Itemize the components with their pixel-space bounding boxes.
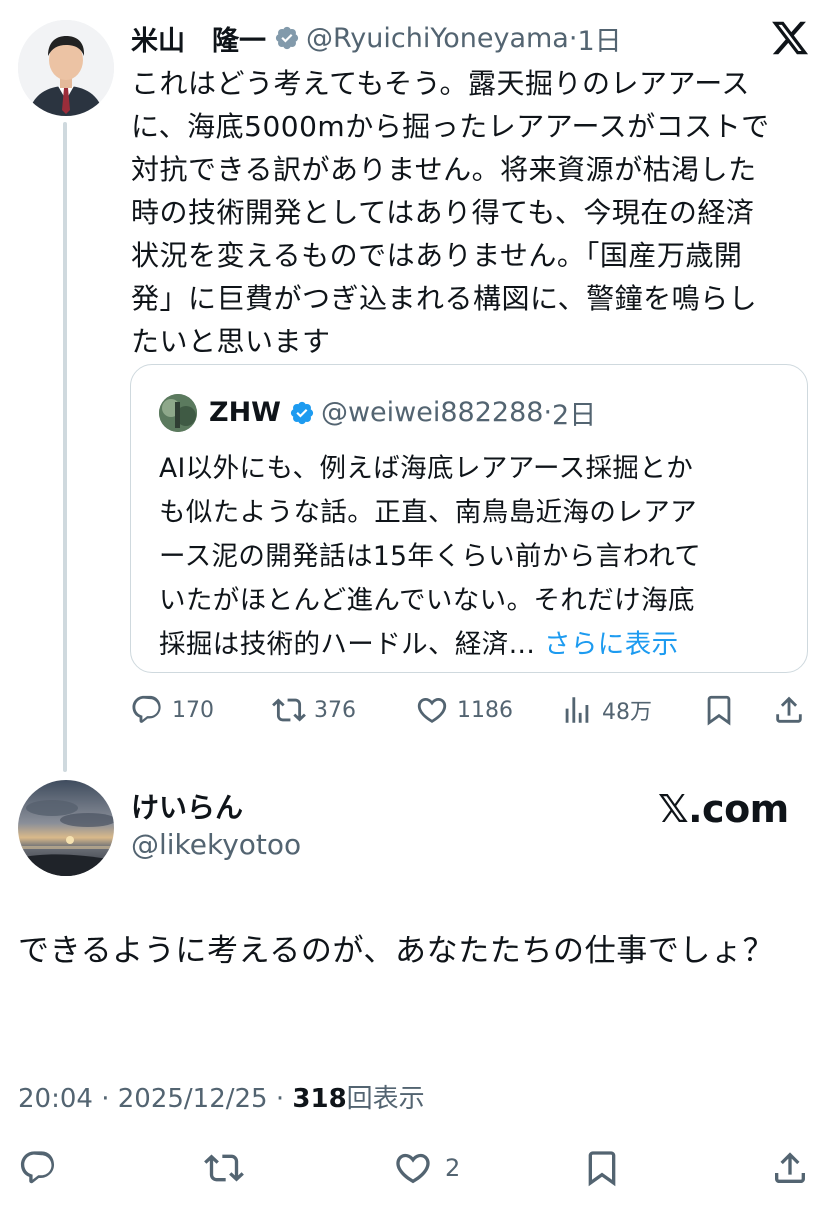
parent-tweet-header: 米山 隆一 @RyuichiYoneyama · 1日 [131,18,622,58]
bookmark-icon [707,695,731,726]
show-more-link[interactable]: さらに表示 [544,629,679,660]
repost-icon [204,1154,244,1182]
quoted-separator: · [543,397,553,428]
verified-badge-icon [290,401,314,424]
verified-badge-icon [275,26,299,50]
quoted-tweet-text: AI以外にも、例えば海底レアアース採掘とか も似たような話。正直、南鳥島近海のレ… [159,447,781,667]
x-logo-icon [772,21,809,55]
meta-separator: · [275,1084,285,1114]
like-button-bottom[interactable]: 2 [393,1148,460,1188]
parent-author-avatar[interactable] [18,20,114,116]
share-icon [776,696,802,723]
quoted-author-avatar [159,393,197,432]
repost-button[interactable]: 376 [272,693,356,727]
views-button[interactable]: 48万 [560,693,652,727]
parent-handle[interactable]: @RyuichiYoneyama [306,23,569,54]
parent-tweet-text: これはどう考えてもそう。露天掘りのレアアース に、海底5000mから掘ったレアア… [131,67,770,358]
bookmark-button-bottom[interactable] [582,1148,622,1188]
reply-display-name[interactable]: けいらん [131,786,243,826]
parent-display-name[interactable]: 米山 隆一 [131,19,266,58]
meta-separator: · [101,1084,110,1114]
reply-icon [132,695,161,723]
header-separator: · [568,22,578,54]
quoted-timestamp: 2日 [552,400,597,431]
repost-button-bottom[interactable] [204,1148,244,1188]
x-com-brand-logo: 𝕏.com [658,787,789,831]
like-count-bottom: 2 [445,1154,461,1182]
reply-button-bottom[interactable] [18,1148,58,1188]
parent-timestamp[interactable]: 1日 [577,19,621,58]
share-icon [775,1152,805,1183]
tweet-view-count: 318 [292,1084,347,1114]
tweet-time[interactable]: 20:04 [18,1084,93,1114]
reply-icon [20,1151,55,1184]
view-count: 48万 [602,700,652,725]
quoted-handle: @weiwei882288 [320,397,544,428]
share-button-bottom[interactable] [770,1148,810,1188]
tweet-view-label: 回表示 [346,1084,425,1114]
repost-icon [272,698,306,722]
analytics-icon [565,697,589,723]
tweet-date[interactable]: 2025/12/25 [118,1084,268,1114]
thread-connector-line [63,122,67,772]
bookmark-icon [588,1151,616,1187]
like-button[interactable]: 1186 [415,693,513,727]
like-count: 1186 [457,697,513,723]
quoted-display-name: ZHW [209,397,281,428]
quoted-tweet-card[interactable]: ZHW @weiwei882288 · 2日 AI以外にも、例えば海底レアアース… [130,364,808,673]
reply-handle[interactable]: @likekyotoo [131,828,301,861]
heart-icon [417,697,447,723]
share-button[interactable] [772,693,814,727]
bookmark-button[interactable] [702,693,744,727]
reply-author-avatar[interactable] [18,780,114,876]
tweet-meta-line: 20:04 · 2025/12/25 · 318回表示 [18,1078,425,1115]
reply-button[interactable]: 170 [130,693,214,727]
reply-count: 170 [172,697,214,723]
reply-tweet-text: できるように考えるのが、あなたたちの仕事でしょ？ [18,933,775,969]
repost-count: 376 [314,697,356,723]
heart-icon [396,1153,430,1184]
quoted-tweet-header: ZHW @weiwei882288 · 2日 [159,393,596,432]
